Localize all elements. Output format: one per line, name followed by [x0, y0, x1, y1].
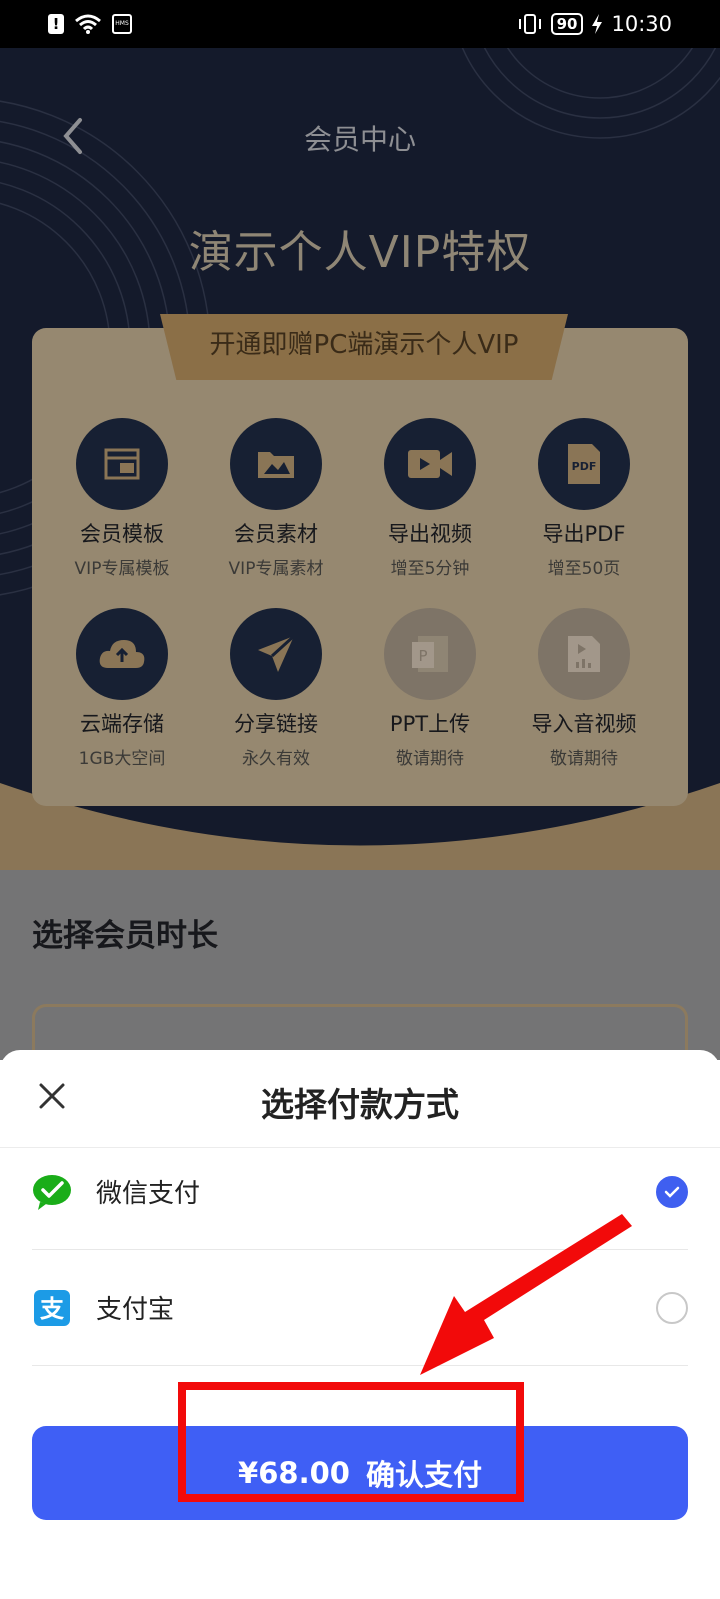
charging-icon: [592, 14, 603, 34]
radio-alipay[interactable]: [656, 1291, 688, 1324]
cloud-upload-icon: [76, 608, 168, 700]
benefit-share-link: 分享链接 永久有效: [194, 608, 358, 769]
template-icon: [76, 418, 168, 510]
benefit-export-video: 导出视频 增至5分钟: [348, 418, 512, 579]
battery-indicator: 90: [550, 13, 584, 35]
benefit-label: 会员模板: [80, 522, 164, 546]
page-title: 会员中心: [303, 123, 416, 156]
wechat-pay-icon: [33, 1174, 71, 1210]
benefit-sub: VIP专属模板: [74, 559, 170, 579]
hero-section: 会员中心 演示个人VIP特权 开通即赠PC端演示个人VIP 会员模板 VIP专属…: [0, 48, 720, 870]
benefit-label: 分享链接: [234, 712, 318, 736]
benefit-ppt-upload: P PPT上传 敬请期待: [348, 608, 512, 769]
benefit-sub: 敬请期待: [396, 749, 464, 769]
annotation-highlight-box: [178, 1382, 524, 1502]
duration-section: 选择会员时长: [0, 870, 720, 1084]
send-icon: [230, 608, 322, 700]
radio-wechat-selected[interactable]: [656, 1175, 688, 1208]
alipay-icon-text: 支: [40, 1295, 65, 1323]
benefit-vip-material: 会员素材 VIP专属素材: [194, 418, 358, 579]
pdf-icon-text: PDF: [572, 460, 597, 473]
hms-icon: HMS: [112, 14, 132, 34]
benefit-label: 导入音视频: [531, 712, 637, 736]
payment-label-alipay: 支付宝: [96, 1295, 175, 1325]
benefit-label: PPT上传: [389, 712, 471, 736]
payment-label-wechat: 微信支付: [96, 1179, 201, 1209]
benefit-vip-template: 会员模板 VIP专属模板: [40, 418, 204, 579]
benefit-sub: 增至5分钟: [390, 559, 470, 579]
benefit-label: 会员素材: [234, 522, 318, 546]
ppt-icon-text: P: [418, 647, 427, 665]
status-bar: ! HMS 90 10:30: [0, 0, 720, 48]
video-icon: [384, 418, 476, 510]
image-folder-icon: [230, 418, 322, 510]
media-import-icon: [538, 608, 630, 700]
checkmark-icon: [664, 1186, 680, 1198]
alipay-icon: 支: [34, 1289, 70, 1326]
benefit-cloud-storage: 云端存储 1GB大空间: [40, 608, 204, 769]
benefit-label: 导出视频: [388, 522, 472, 546]
benefit-sub: 敬请期待: [550, 749, 618, 769]
hero-title: 演示个人VIP特权: [188, 227, 532, 278]
duration-title: 选择会员时长: [32, 918, 218, 954]
wifi-icon: [75, 14, 101, 34]
benefit-sub: VIP专属素材: [228, 559, 324, 579]
benefit-import-media: 导入音视频 敬请期待: [502, 608, 666, 769]
alert-icon: !: [48, 14, 64, 34]
benefit-sub: 1GB大空间: [78, 749, 166, 769]
vibrate-icon: [518, 14, 541, 34]
benefit-label: 导出PDF: [542, 522, 626, 546]
status-time: 10:30: [611, 12, 672, 36]
sheet-title: 选择付款方式: [261, 1085, 459, 1124]
benefit-sub: 增至50页: [547, 559, 621, 579]
benefits-card: 开通即赠PC端演示个人VIP 会员模板 VIP专属模板 会员素材 VIP专属素材…: [32, 314, 688, 806]
benefit-label: 云端存储: [80, 712, 164, 736]
annotation-arrow: [420, 1214, 632, 1375]
pdf-icon: PDF: [538, 418, 630, 510]
benefit-sub: 永久有效: [242, 749, 310, 769]
promo-ribbon: 开通即赠PC端演示个人VIP: [160, 314, 568, 380]
ppt-icon: P: [384, 608, 476, 700]
benefit-export-pdf: PDF 导出PDF 增至50页: [502, 418, 666, 579]
